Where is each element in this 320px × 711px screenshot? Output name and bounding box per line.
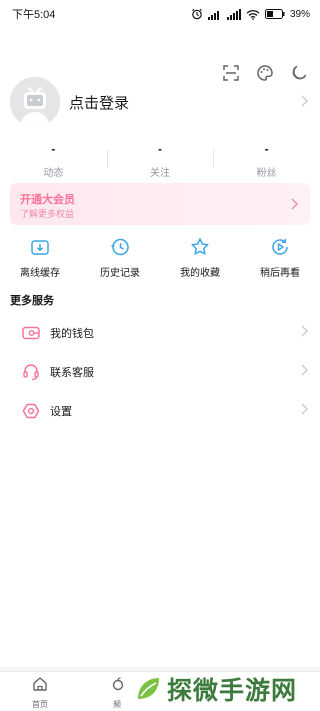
service-row-support[interactable]: 联系客服 [0, 353, 320, 391]
quick-history[interactable]: 历史记录 [80, 228, 160, 282]
profile-card[interactable]: 点击登录 - 动态 - 关注 - 粉丝 开通大会员 了解更多权益 [0, 28, 320, 236]
quick-actions: 离线缓存 历史记录 我的收藏 稍后再看 [0, 228, 320, 282]
home-icon [32, 676, 48, 697]
quick-label: 我的收藏 [180, 268, 220, 279]
stat-label: 粉丝 [256, 168, 277, 179]
chevron-right-icon [291, 197, 298, 215]
service-label: 联系客服 [50, 367, 94, 379]
vip-title: 开通大会员 [20, 194, 75, 206]
avatar[interactable] [10, 77, 60, 127]
chevron-right-icon [301, 363, 308, 381]
headset-icon [21, 362, 41, 382]
tab-label: 首页 [32, 700, 48, 709]
skin-palette-icon[interactable] [254, 62, 276, 84]
stat-value: - [264, 142, 269, 156]
channel-icon [109, 676, 125, 697]
wifi-icon [246, 9, 260, 20]
tab-channel[interactable]: 频 [97, 676, 137, 710]
stat-value: - [158, 142, 162, 156]
tab-home[interactable]: 首页 [20, 676, 60, 710]
signal-hd-icon [226, 8, 241, 20]
stat-label: 动态 [43, 168, 64, 179]
download-icon [29, 236, 51, 258]
top-toolbar [220, 62, 310, 84]
quick-offline-cache[interactable]: 离线缓存 [0, 228, 80, 282]
quick-label: 历史记录 [100, 268, 140, 279]
vip-subtitle: 了解更多权益 [20, 209, 75, 219]
battery-icon [264, 9, 285, 19]
service-label: 我的钱包 [50, 328, 94, 340]
status-bar: 下午5:04 39% [0, 0, 320, 28]
signal-icon [207, 9, 222, 20]
section-title: 更多服务 [10, 295, 54, 307]
alarm-icon [191, 8, 203, 20]
night-mode-icon[interactable] [288, 62, 310, 84]
login-prompt[interactable]: 点击登录 [69, 92, 129, 113]
default-avatar-icon [10, 77, 60, 127]
watermark-logo-icon [133, 674, 163, 704]
more-services: 更多服务 我的钱包 联系客服 设置 [0, 282, 320, 667]
stat-label: 关注 [150, 168, 170, 179]
star-icon [189, 236, 211, 258]
status-time: 下午5:04 [12, 9, 56, 21]
watermark-text: 探微手游网 [167, 676, 298, 705]
battery-percent: 39% [289, 8, 310, 20]
service-row-settings[interactable]: 设置 [0, 392, 320, 430]
watch-later-icon [269, 236, 291, 258]
stat-value: - [51, 142, 56, 156]
stat-following[interactable]: - 关注 [106, 142, 214, 179]
chevron-right-icon [301, 94, 308, 112]
watermark: 探微手游网 [132, 669, 297, 709]
stat-followers[interactable]: - 粉丝 [213, 142, 320, 179]
tab-label: 频 [113, 700, 121, 709]
service-label: 设置 [50, 406, 72, 418]
quick-favorites[interactable]: 我的收藏 [160, 228, 240, 282]
history-icon [109, 236, 131, 258]
quick-label: 离线缓存 [20, 268, 60, 279]
vip-banner[interactable]: 开通大会员 了解更多权益 [10, 183, 310, 225]
wallet-icon [21, 323, 41, 343]
status-icons: 39% [191, 8, 310, 20]
scan-icon[interactable] [220, 62, 242, 84]
service-row-wallet[interactable]: 我的钱包 [0, 314, 320, 352]
settings-icon [21, 401, 41, 421]
stat-dynamics[interactable]: - 动态 [0, 142, 107, 179]
chevron-right-icon [301, 402, 308, 420]
chevron-right-icon [301, 324, 308, 342]
quick-watch-later[interactable]: 稍后再看 [240, 228, 320, 282]
stats-row: - 动态 - 关注 - 粉丝 [0, 142, 320, 179]
quick-label: 稍后再看 [260, 268, 300, 279]
